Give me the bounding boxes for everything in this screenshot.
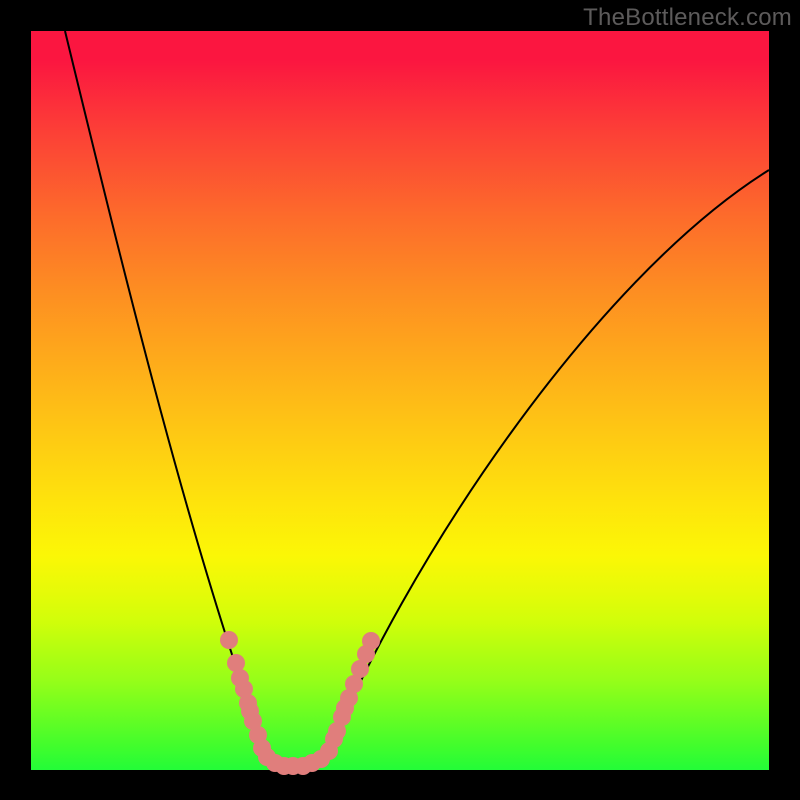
curve-dots xyxy=(220,631,380,775)
chart-svg xyxy=(31,31,769,770)
chart-frame: TheBottleneck.com xyxy=(0,0,800,800)
bottleneck-curve xyxy=(65,31,769,768)
watermark-text: TheBottleneck.com xyxy=(583,4,792,32)
chart-plot-area xyxy=(31,31,769,770)
